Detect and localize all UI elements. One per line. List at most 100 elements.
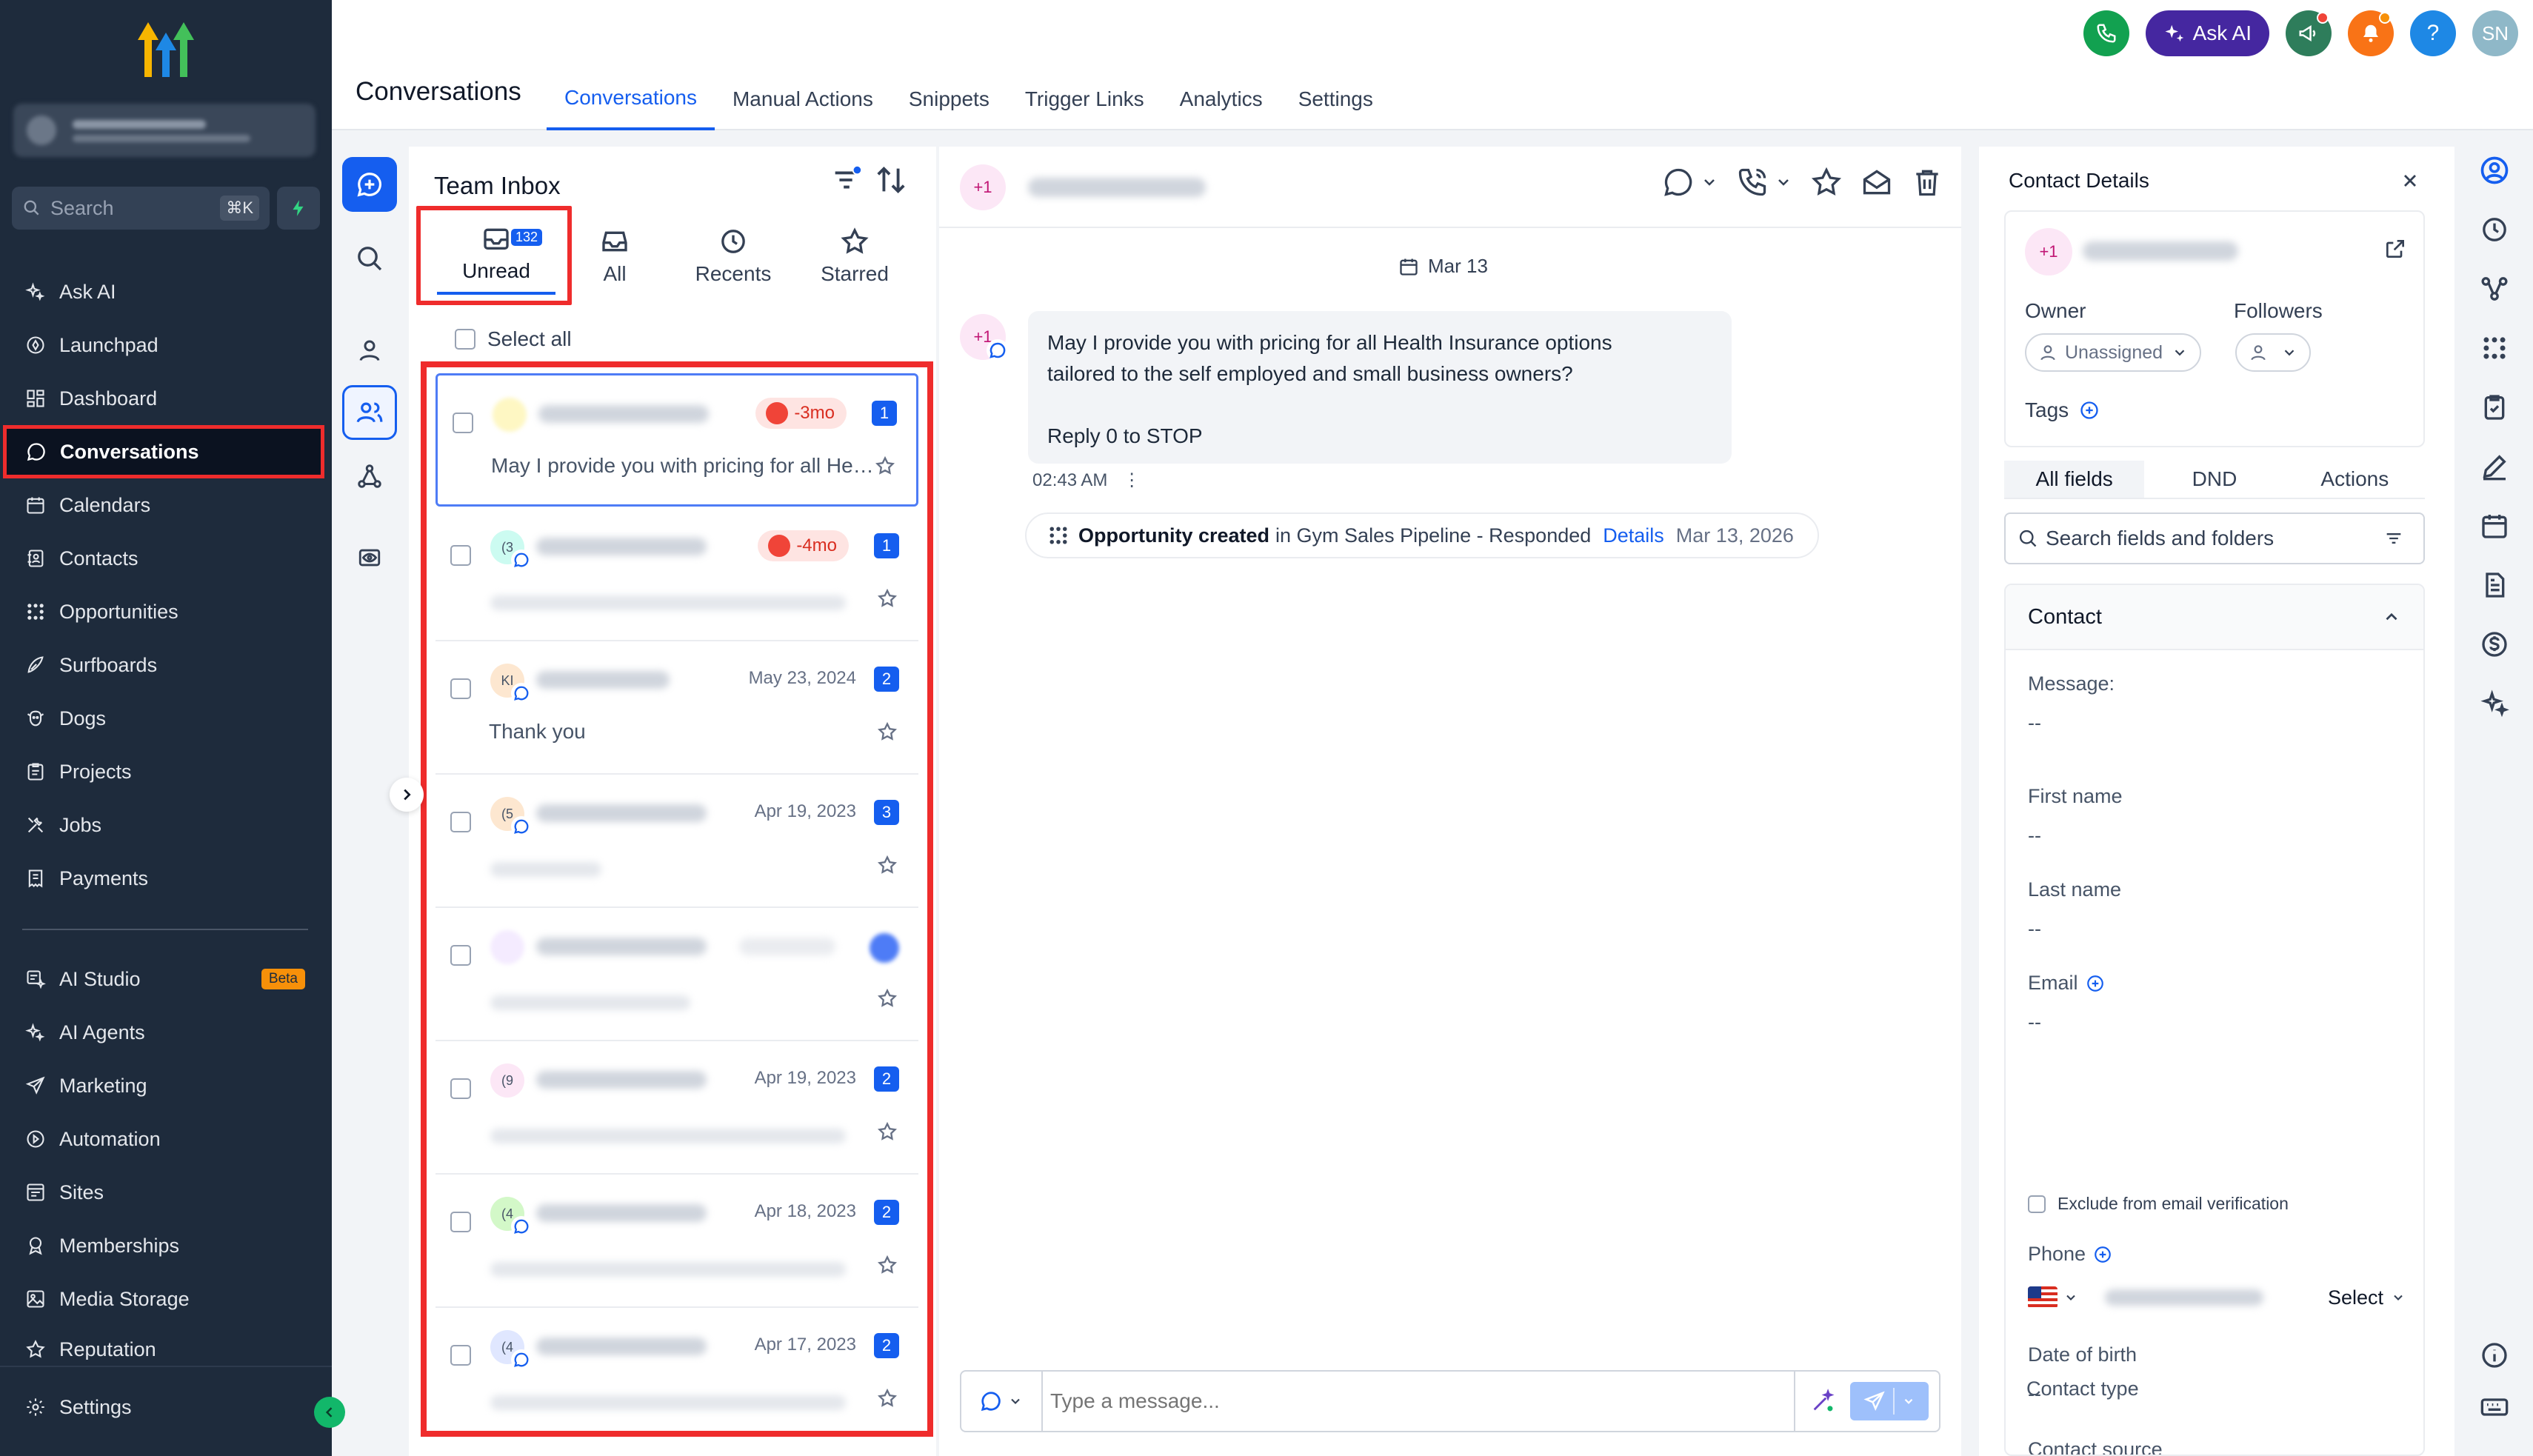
notifications-button[interactable] (2348, 10, 2394, 56)
mark-unread-icon[interactable] (1860, 166, 1893, 198)
sidebar-item-ask-ai[interactable]: Ask AI (0, 265, 332, 318)
sort-button[interactable] (874, 163, 908, 197)
sidebar-item-dogs[interactable]: Dogs (0, 692, 332, 745)
message-input[interactable] (1050, 1389, 1794, 1413)
sidebar-item-opportunities[interactable]: Opportunities (0, 585, 332, 638)
conversation-item[interactable]: (4 Apr 18, 2023 2 (435, 1175, 918, 1308)
sidebar-item-projects[interactable]: Projects (0, 745, 332, 798)
sidebar-item-dashboard[interactable]: Dashboard (0, 372, 332, 425)
filter-lines-icon[interactable] (2383, 528, 2404, 549)
field-message[interactable]: Message: -- (2028, 672, 2115, 735)
sidebar-collapse-button[interactable] (314, 1397, 345, 1428)
tab-dnd[interactable]: DND (2144, 461, 2284, 498)
field-contact-type[interactable]: Contact type (2026, 1377, 2139, 1400)
tab-recents[interactable]: Recents (674, 213, 792, 295)
field-last-name[interactable]: Last name -- (2028, 878, 2121, 941)
app-logo[interactable] (127, 18, 204, 80)
sidebar-item-marketing[interactable]: Marketing (0, 1059, 332, 1112)
rail-info-button[interactable] (2469, 1330, 2520, 1380)
field-contact-source[interactable]: Contact source -- (2028, 1438, 2163, 1455)
workflow-button[interactable] (342, 449, 397, 504)
conversation-item[interactable]: (3 -4mo 1 (435, 508, 918, 641)
sidebar-item-memberships[interactable]: Memberships (0, 1219, 332, 1272)
channel-selector[interactable] (961, 1372, 1043, 1431)
conversation-item[interactable]: -3mo 1 May I provide you with pricing fo… (435, 373, 918, 507)
row-checkbox[interactable] (450, 1078, 471, 1099)
trash-icon[interactable] (1911, 166, 1943, 198)
conversation-item[interactable]: (5 Apr 19, 2023 3 (435, 775, 918, 908)
add-phone-icon[interactable] (2093, 1245, 2112, 1264)
tab-actions[interactable]: Actions (2285, 461, 2425, 498)
ai-assist-button[interactable] (1794, 1372, 1850, 1431)
row-checkbox[interactable] (450, 1345, 471, 1366)
tab-settings[interactable]: Settings (1281, 68, 1391, 130)
team-inbox-button[interactable] (342, 385, 397, 440)
tab-all[interactable]: All (555, 213, 674, 295)
row-checkbox[interactable] (450, 1212, 471, 1232)
announcements-button[interactable] (2286, 10, 2332, 56)
exclude-email-verification-checkbox[interactable]: Exclude from email verification (2028, 1194, 2289, 1214)
sidebar-item-media-storage[interactable]: Media Storage (0, 1272, 332, 1326)
conversation-list[interactable]: -3mo 1 May I provide you with pricing fo… (421, 361, 933, 1437)
tab-all-fields[interactable]: All fields (2004, 461, 2145, 498)
star-button[interactable] (877, 855, 898, 875)
us-flag-icon[interactable] (2028, 1286, 2058, 1309)
row-checkbox[interactable] (453, 413, 473, 433)
sidebar-item-ai-agents[interactable]: AI Agents (0, 1006, 332, 1059)
rail-appointments-button[interactable] (2469, 501, 2520, 551)
rail-ai-button[interactable] (2469, 678, 2520, 729)
phone-call-dropdown[interactable] (1736, 166, 1792, 198)
rail-opportunities-button[interactable] (2469, 323, 2520, 373)
rail-payments-button[interactable] (2469, 619, 2520, 669)
expand-panel-button[interactable] (390, 778, 424, 812)
tab-conversations[interactable]: Conversations (547, 68, 715, 130)
select-all-checkbox[interactable]: Select all (455, 327, 572, 351)
new-message-button[interactable] (342, 157, 397, 212)
phone-button[interactable] (2083, 10, 2129, 56)
star-button[interactable] (877, 588, 898, 609)
checkbox[interactable] (2028, 1195, 2046, 1213)
row-checkbox[interactable] (450, 678, 471, 699)
sidebar-item-calendars[interactable]: Calendars (0, 478, 332, 532)
ask-ai-button[interactable]: Ask AI (2145, 10, 2269, 56)
field-email[interactable]: Email -- (2028, 972, 2105, 1034)
close-details-button[interactable] (2400, 170, 2420, 191)
rail-tasks-button[interactable] (2469, 382, 2520, 433)
owner-select[interactable]: Unassigned (2025, 333, 2202, 372)
tab-analytics[interactable]: Analytics (1162, 68, 1281, 130)
star-icon[interactable] (1810, 166, 1843, 198)
star-button[interactable] (877, 1255, 898, 1275)
conversation-item[interactable]: (9 Apr 19, 2023 2 (435, 1041, 918, 1175)
rail-keyboard-button[interactable] (2469, 1382, 2520, 1432)
sidebar-item-ai-studio[interactable]: AI Studio Beta (0, 952, 332, 1006)
my-inbox-button[interactable] (342, 323, 397, 378)
rail-documents-button[interactable] (2469, 560, 2520, 610)
star-button[interactable] (877, 721, 898, 742)
section-header[interactable]: Contact (2006, 585, 2423, 650)
search-conversations-button[interactable] (342, 231, 397, 286)
rail-workflows-button[interactable] (2469, 264, 2520, 314)
call-options-dropdown[interactable] (1662, 166, 1718, 198)
star-button[interactable] (877, 1121, 898, 1142)
tab-snippets[interactable]: Snippets (891, 68, 1007, 130)
rail-notes-button[interactable] (2469, 441, 2520, 492)
phone-type-select[interactable]: Select (2328, 1286, 2406, 1309)
account-switcher[interactable] (13, 104, 316, 157)
quick-action-button[interactable] (277, 187, 320, 230)
add-tag-icon[interactable] (2079, 400, 2100, 421)
sidebar-item-contacts[interactable]: Contacts (0, 532, 332, 585)
tab-trigger-links[interactable]: Trigger Links (1007, 68, 1162, 130)
sidebar-search-input[interactable]: Search ⌘K (12, 187, 270, 230)
message-more-icon[interactable]: ⋮ (1123, 470, 1141, 490)
tab-manual-actions[interactable]: Manual Actions (715, 68, 891, 130)
view-settings-button[interactable] (342, 530, 397, 585)
followers-select[interactable] (2235, 333, 2311, 372)
fields-search-input[interactable]: Search fields and folders (2004, 512, 2425, 564)
sidebar-item-surfboards[interactable]: Surfboards (0, 638, 332, 692)
sidebar-item-sites[interactable]: Sites (0, 1166, 332, 1219)
star-button[interactable] (875, 455, 895, 476)
details-link[interactable]: Details (1603, 524, 1664, 547)
help-button[interactable]: ? (2410, 10, 2456, 56)
filter-button[interactable] (830, 163, 864, 197)
sidebar-item-payments[interactable]: Payments (0, 852, 332, 905)
